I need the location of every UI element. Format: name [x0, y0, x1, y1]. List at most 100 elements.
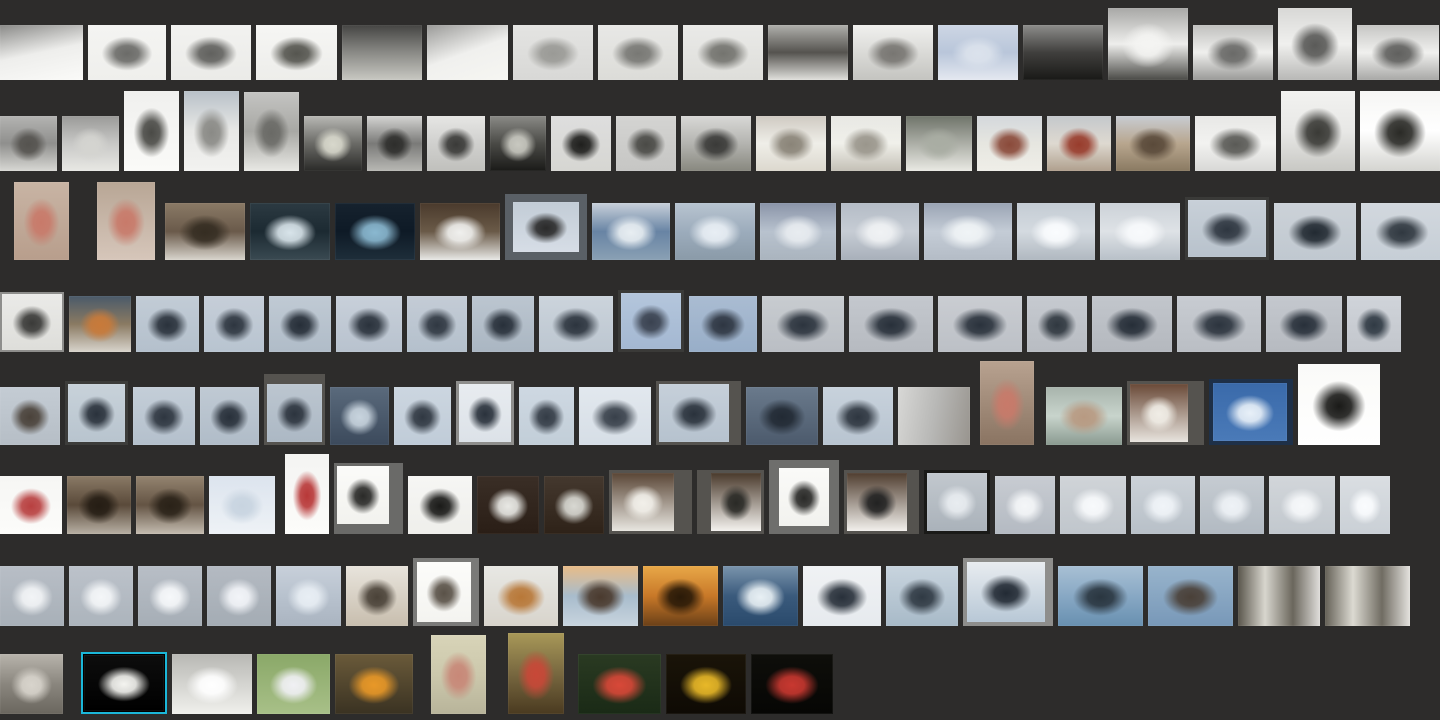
thumbnail-swan-wing-blur[interactable] [1060, 476, 1126, 534]
thumbnail-eagle-soar-white-sky[interactable] [0, 292, 64, 352]
thumbnail-red-hut-winter-field[interactable] [1047, 116, 1111, 171]
thumbnail-eagle-pair-clash[interactable] [1177, 296, 1261, 352]
thumbnail-ice-wall-abstract[interactable] [898, 387, 970, 445]
thumbnail-snow-hedge-diagonal[interactable] [0, 25, 83, 80]
thumbnail-eagle-vertical-stack[interactable] [264, 374, 325, 445]
thumbnail-lone-tree-hill-1[interactable] [598, 25, 678, 80]
thumbnail-eagle-dark-water[interactable] [746, 387, 818, 445]
thumbnail-snow-monkey-portrait[interactable] [14, 182, 69, 260]
thumbnail-eagle-rising-wings[interactable] [938, 296, 1022, 352]
thumbnail-fishing-boats-tall[interactable] [1278, 8, 1352, 80]
thumbnail-swan-mountain-splash[interactable] [276, 566, 341, 626]
thumbnail-lone-tree-snowfield-1[interactable] [88, 25, 166, 80]
thumbnail-autumn-maple-tall[interactable] [508, 633, 564, 714]
thumbnail-blue-sky-crane-flock[interactable] [1209, 379, 1293, 445]
thumbnail-eagle-white-framed[interactable] [456, 381, 514, 445]
thumbnail-swan-white-edge[interactable] [1340, 476, 1390, 534]
thumbnail-owl-tree-hole-2[interactable] [136, 476, 204, 534]
thumbnail-swan-takeoff-pair[interactable] [207, 566, 271, 626]
thumbnail-chrysanthemum-macro[interactable] [172, 654, 252, 714]
thumbnail-eagle-dark-blue-sea[interactable] [330, 387, 389, 445]
thumbnail-eagle-wings-high[interactable] [1027, 296, 1087, 352]
thumbnail-snowy-conifers[interactable] [853, 25, 933, 80]
thumbnail-swans-dark-forest[interactable] [250, 203, 330, 260]
thumbnail-harbor-boats-tall[interactable] [244, 92, 299, 171]
thumbnail-boat-masts-2[interactable] [1357, 25, 1439, 80]
thumbnail-eagle-edge-frame[interactable] [1347, 296, 1401, 352]
thumbnail-crane-neck-white-tall[interactable] [1298, 364, 1380, 445]
thumbnail-monkeys-onsen-icicles[interactable] [1046, 387, 1122, 445]
thumbnail-swans-pair-gray-sea[interactable] [1200, 476, 1264, 534]
thumbnail-eagle-climbing[interactable] [539, 296, 613, 352]
thumbnail-eagle-grab-fish[interactable] [1092, 296, 1172, 352]
thumbnail-eagle-white-sky-wide[interactable] [579, 387, 651, 445]
thumbnail-blue-mist-dawn[interactable] [938, 25, 1018, 80]
thumbnail-snow-boat-dock-tall[interactable] [184, 91, 239, 171]
thumbnail-swan-wings-up[interactable] [138, 566, 202, 626]
thumbnail-cranes-dance-stack[interactable] [334, 463, 403, 534]
thumbnail-boats-cranes-bw[interactable] [1195, 116, 1276, 171]
thumbnail-eagle-takeoff-spray[interactable] [200, 387, 259, 445]
thumbnail-rock-on-snowy-beach[interactable] [62, 116, 119, 171]
thumbnail-boat-bow-tall-1[interactable] [1281, 91, 1355, 171]
thumbnail-rocky-shore-boulders[interactable] [681, 116, 751, 171]
thumbnail-swan-neck-curve[interactable] [1269, 476, 1335, 534]
thumbnail-stormy-sky-stream[interactable] [768, 25, 848, 80]
thumbnail-cranes-dancing-snow[interactable] [420, 203, 500, 260]
thumbnail-reed-abstract-bw-2[interactable] [1325, 566, 1410, 626]
thumbnail-crane-flying-dark-1[interactable] [477, 476, 539, 534]
thumbnail-pier-reflection-tall[interactable] [124, 91, 179, 171]
thumbnail-dragonfly-on-stick-tall[interactable] [431, 635, 486, 714]
thumbnail-cranes-brown-stack[interactable] [1127, 381, 1204, 445]
thumbnail-red-fox-on-rocks[interactable] [69, 296, 131, 352]
thumbnail-swan-mountains-wide[interactable] [924, 203, 1012, 260]
thumbnail-reed-abstract-bw-1[interactable] [1238, 566, 1320, 626]
thumbnail-boat-masts-1[interactable] [1193, 25, 1273, 80]
thumbnail-cranes-forest-stack[interactable] [609, 470, 692, 534]
thumbnail-eagle-low-over-water[interactable] [1185, 197, 1269, 260]
thumbnail-swan-takeoff-blur[interactable] [675, 203, 755, 260]
thumbnail-eagle-catch-fish-blue[interactable] [1148, 566, 1233, 626]
thumbnail-lone-tree-snowfield-2[interactable] [171, 25, 251, 80]
thumbnail-eagle-white-framed-2[interactable] [963, 558, 1053, 626]
thumbnail-tetrapods-rippled-water[interactable] [551, 116, 611, 171]
thumbnail-sky-distant-cranes[interactable] [209, 476, 275, 534]
thumbnail-eagle-dive-gray-sea[interactable] [1274, 203, 1356, 260]
thumbnail-swan-running-water-1[interactable] [1017, 203, 1095, 260]
thumbnail-eagle-banking-turn[interactable] [1361, 203, 1440, 260]
thumbnail-eagle-takeoff-splash-2[interactable] [886, 566, 958, 626]
thumbnail-cranes-white-stack[interactable] [769, 460, 839, 534]
thumbnail-crane-flying-dark-2[interactable] [544, 476, 604, 534]
thumbnail-wrecked-boats-snow[interactable] [0, 116, 57, 171]
thumbnail-yellow-maple-night[interactable] [666, 654, 746, 714]
thumbnail-eagle-blue-sky-framed[interactable] [618, 290, 684, 352]
thumbnail-eagle-diving-1[interactable] [136, 296, 199, 352]
thumbnail-eagle-talons-out[interactable] [407, 296, 467, 352]
thumbnail-swans-blue-sea[interactable] [592, 203, 670, 260]
thumbnail-owl-tree-hole-1[interactable] [67, 476, 131, 534]
thumbnail-monkey-juvenile-tall[interactable] [980, 361, 1034, 445]
thumbnail-cranes-group-brown[interactable] [844, 470, 919, 534]
thumbnail-eagle-open-sky[interactable] [519, 387, 574, 445]
thumbnail-swan-landing-splash[interactable] [995, 476, 1055, 534]
thumbnail-eagle-gray-water-1[interactable] [762, 296, 844, 352]
thumbnail-tetrapods-in-water[interactable] [367, 116, 422, 171]
thumbnail-swans-gray-framed[interactable] [924, 470, 990, 534]
thumbnail-eagle-lift-off[interactable] [1266, 296, 1342, 352]
thumbnail-eagles-fight-white[interactable] [803, 566, 881, 626]
thumbnail-eagle-silhouette-sunset[interactable] [643, 566, 718, 626]
thumbnail-swans-running-splash[interactable] [1131, 476, 1195, 534]
thumbnail-swans-mountain-lake[interactable] [760, 203, 836, 260]
thumbnail-eagle-blue-sky-spread[interactable] [689, 296, 757, 352]
thumbnail-dark-sunset-pier[interactable] [490, 116, 546, 171]
thumbnail-hawk-pounce-snow[interactable] [484, 566, 558, 626]
thumbnail-eagle-pale-sky[interactable] [394, 387, 451, 445]
thumbnail-frost-trees-meadow[interactable] [831, 116, 901, 171]
thumbnail-dark-field-walker[interactable] [342, 25, 422, 80]
thumbnail-eagle-skim-blue-water[interactable] [1058, 566, 1143, 626]
thumbnail-night-flight-birds[interactable] [335, 203, 415, 260]
thumbnail-white-chrysanthemum-on-black[interactable] [81, 652, 167, 714]
thumbnail-rock-island-gray-sea[interactable] [616, 116, 676, 171]
thumbnail-forest-hill-snow[interactable] [906, 116, 972, 171]
thumbnail-eagle-diving-2[interactable] [204, 296, 264, 352]
